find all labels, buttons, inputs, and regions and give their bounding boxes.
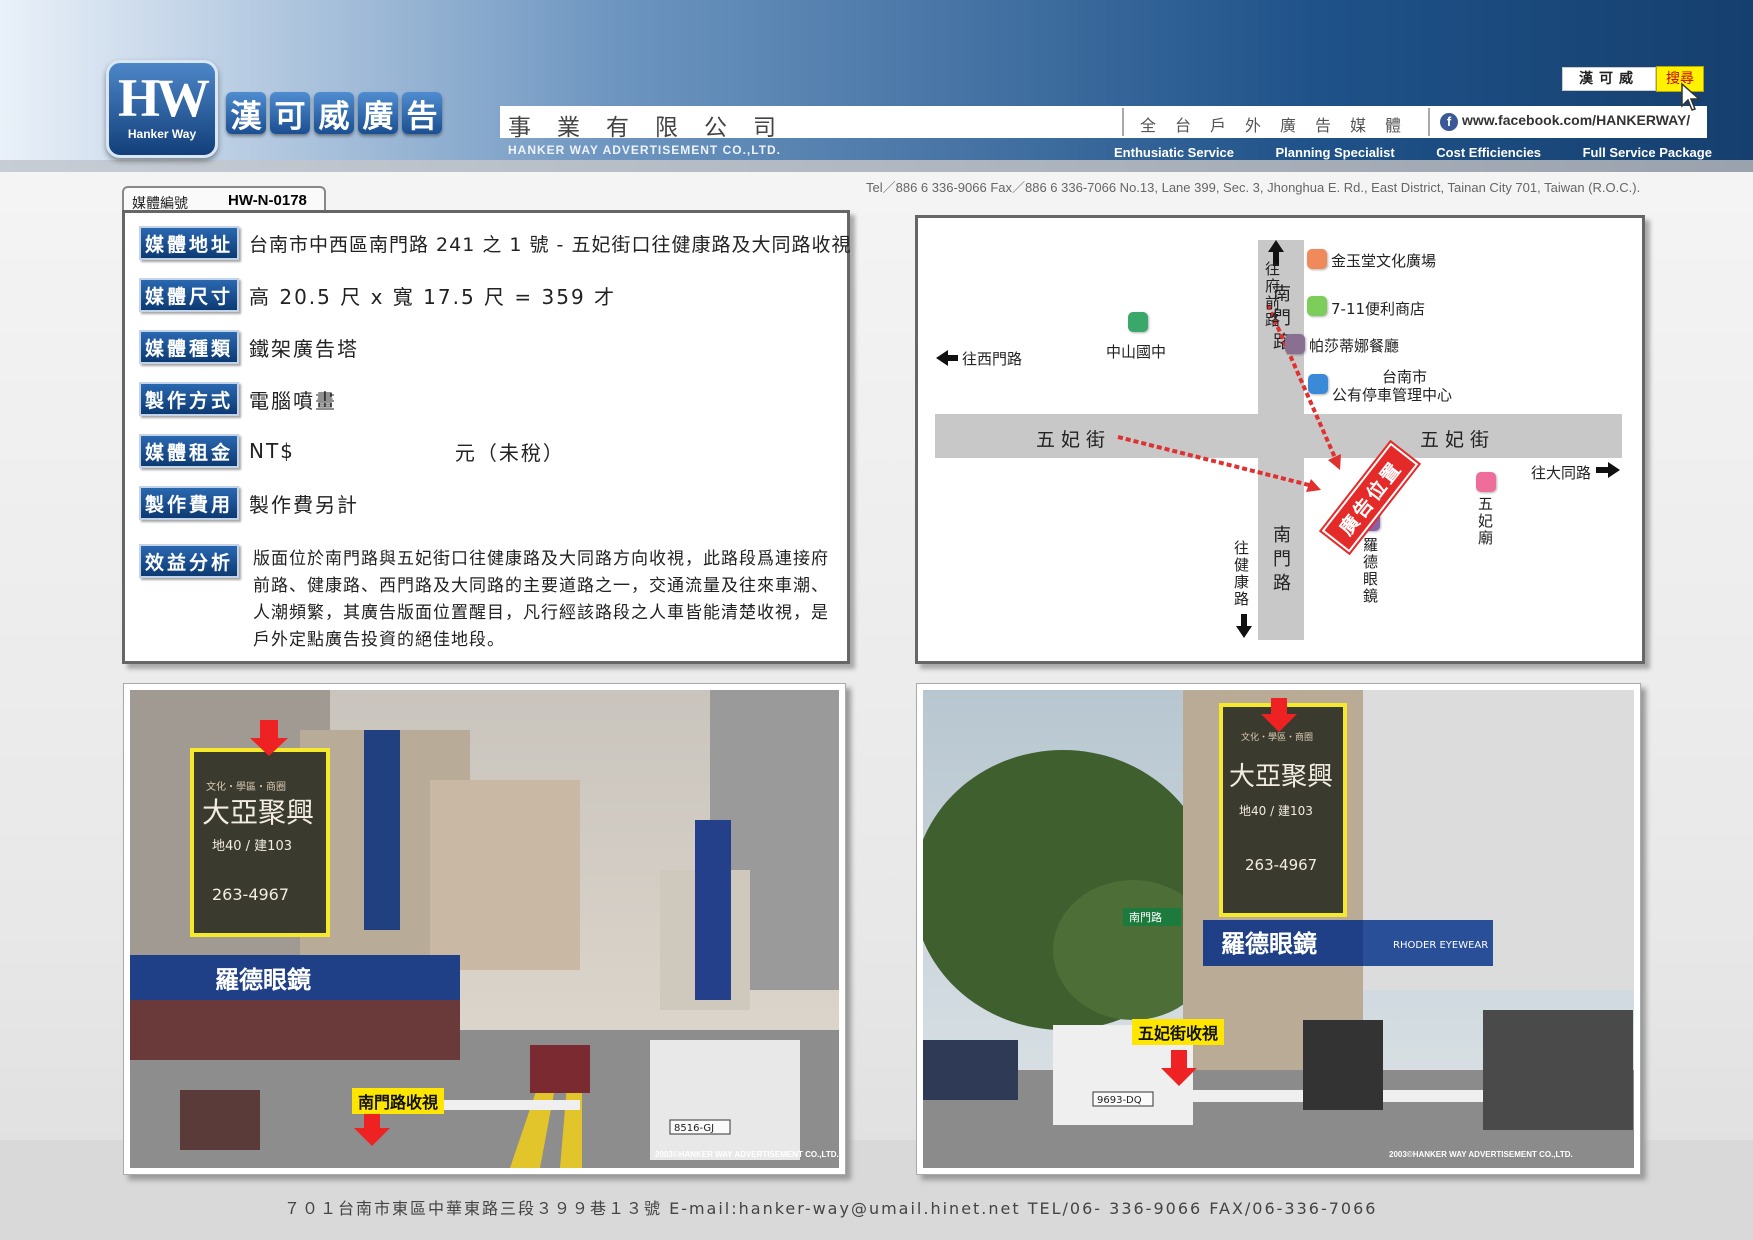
header-divider <box>0 160 1753 172</box>
facebook-link[interactable]: www.facebook.com/HANKERWAY/ <box>1462 112 1690 128</box>
photo-caption: 五妃街收視 <box>1132 1019 1225 1045</box>
pin-wufei-temple <box>1476 472 1496 492</box>
footer-contact: ７０１台南市東區中華東路三段３９９巷１３號 E-mail:hanker-way@… <box>284 1199 1378 1218</box>
facebook-icon[interactable]: f <box>1440 113 1458 131</box>
brand-char: 威 <box>314 92 354 135</box>
info-value: 製作費另計 <box>249 492 359 517</box>
pin-seven-eleven <box>1307 296 1327 316</box>
info-value: 電腦噴畫 <box>249 388 337 413</box>
to-jiankang-label: 往健康路 <box>1232 540 1250 608</box>
billboard-mid: 地40 / 建103 <box>212 839 292 854</box>
logo-text: HW <box>117 68 210 128</box>
billboard-phone: 263-4967 <box>212 885 289 904</box>
photo-left[interactable]: 羅德眼鏡 文化・學區・商圈 大亞聚興 地40 / 建103 263-4967 8… <box>123 683 846 1175</box>
info-value: 高 20.5 尺 x 寬 17.5 尺 = 359 才 <box>249 284 617 309</box>
license-plate: 8516-GJ <box>674 1123 714 1134</box>
shop-sign-en: RHODER EYEWEAR <box>1393 940 1488 951</box>
company-name-en: HANKER WAY ADVERTISEMENT CO.,LTD. <box>508 143 782 157</box>
info-label: 製作方式 <box>139 382 239 416</box>
info-row-production-fee: 製作費用 製作費另計 <box>139 486 359 520</box>
info-row-rent: 媒體租金 NT$ 元（未稅） <box>139 434 565 468</box>
poi-wufei-temple: 五妃廟 <box>1476 496 1494 547</box>
divider <box>1428 108 1430 136</box>
brand-char: 告 <box>402 92 442 135</box>
billboard-top: 文化・學區・商圈 <box>1241 731 1313 743</box>
company-name: 事業有限公司 <box>508 115 802 141</box>
info-value: NT$ <box>249 439 295 463</box>
photo-right[interactable]: 羅德眼鏡 RHODER EYEWEAR 文化・學區・商圈 大亞聚興 地40 / … <box>916 683 1641 1175</box>
info-row-address: 媒體地址 台南市中西區南門路 241 之 1 號 - 五妃街口往健康路及大同路收… <box>139 226 851 260</box>
billboard-phone: 263-4967 <box>1245 856 1317 874</box>
media-tagline: 全台戶外廣告媒體 <box>1140 116 1421 135</box>
street-photo-scene: 羅德眼鏡 文化・學區・商圈 大亞聚興 地40 / 建103 263-4967 8… <box>130 690 839 1168</box>
media-code: HW-N-0178 <box>228 192 307 209</box>
billboard-title: 大亞聚興 <box>1229 762 1333 792</box>
billboard-mid: 地40 / 建103 <box>1239 804 1313 818</box>
brand-char: 漢 <box>226 92 266 135</box>
slogan: Planning Specialist <box>1275 145 1395 160</box>
search-input[interactable]: 漢可威 <box>1562 67 1656 91</box>
info-value: 台南市中西區南門路 241 之 1 號 - 五妃街口往健康路及大同路收視 <box>249 233 852 256</box>
mouse-cursor-icon <box>1681 82 1701 111</box>
brand-char: 可 <box>270 92 310 135</box>
slogan: Cost Efficiencies <box>1436 145 1542 160</box>
poi-parking-line2: 公有停車管理中心 <box>1332 386 1453 404</box>
street-photo-wufei: 羅德眼鏡 RHODER EYEWEAR 文化・學區・商圈 大亞聚興 地40 / … <box>923 690 1634 1168</box>
info-label: 媒體租金 <box>139 434 239 468</box>
logo-subtext: Hanker Way <box>127 127 197 141</box>
poi-zhongshan: 中山國中 <box>1106 343 1167 361</box>
hw-logo[interactable]: HW Hanker Way <box>106 60 218 158</box>
billboard-top: 文化・學區・商圈 <box>206 780 286 793</box>
poi-optical: 羅德眼鏡 <box>1361 537 1379 605</box>
slogan: Full Service Package <box>1582 145 1712 160</box>
info-row-production: 製作方式 電腦噴畫 <box>139 382 337 416</box>
photo-caption: 南門路收視 <box>352 1088 445 1114</box>
info-value-suffix: 元（未稅） <box>454 440 565 465</box>
brand-name: 漢 可 威 廣 告 <box>226 92 442 135</box>
contact-info-en: Tel／886 6 336-9066 Fax／886 6 336-7066 No… <box>866 180 1641 195</box>
shop-sign: 羅德眼鏡 <box>1221 930 1317 958</box>
pin-parking <box>1308 374 1328 394</box>
photo-copyright: 2003©HANKER WAY ADVERTISEMENT CO.,LTD. <box>655 1150 839 1159</box>
poi-seven-eleven: 7-11便利商店 <box>1331 300 1426 318</box>
photo-copyright: 2003©HANKER WAY ADVERTISEMENT CO.,LTD. <box>1389 1150 1573 1159</box>
billboard-title: 大亞聚興 <box>202 796 314 829</box>
info-row-benefit: 效益分析 <box>139 544 239 578</box>
brand-char: 廣 <box>358 92 398 135</box>
pin-zhongshan <box>1128 312 1148 332</box>
benefit-text: 版面位於南門路與五妃街口往健康路及大同路方向收視，此路段爲連接府前路、健康路、西… <box>253 549 829 650</box>
slogan: Enthusiatic Service <box>1114 145 1234 160</box>
info-label: 媒體尺寸 <box>139 278 239 312</box>
pin-pasha <box>1285 334 1305 354</box>
street-photo-scene: 羅德眼鏡 RHODER EYEWEAR 文化・學區・商圈 大亞聚興 地40 / … <box>923 690 1634 1168</box>
info-row-type: 媒體種類 鐵架廣告塔 <box>139 330 359 364</box>
license-plate: 9693-DQ <box>1097 1095 1142 1106</box>
info-label: 媒體地址 <box>139 226 239 260</box>
info-label: 效益分析 <box>139 544 239 578</box>
info-label: 媒體種類 <box>139 330 239 364</box>
media-info-panel: 媒體地址 台南市中西區南門路 241 之 1 號 - 五妃街口往健康路及大同路收… <box>122 210 850 664</box>
to-datong-label: 往大同路 <box>1531 464 1592 482</box>
to-fuqian-label: 往府前路 <box>1263 261 1281 329</box>
info-value: 鐵架廣告塔 <box>249 336 359 361</box>
shop-sign: 羅德眼鏡 <box>215 966 311 994</box>
slogan-bar: Enthusiatic Service Planning Specialist … <box>1114 145 1712 160</box>
street-photo-nanmen: 羅德眼鏡 文化・學區・商圈 大亞聚興 地40 / 建103 263-4967 8… <box>130 690 839 1168</box>
poi-pasha: 帕莎蒂娜餐廳 <box>1309 337 1400 355</box>
poi-jinyutang: 金玉堂文化廣場 <box>1331 252 1437 270</box>
to-ximen-label: 往西門路 <box>962 350 1023 368</box>
pin-jinyutang <box>1307 249 1327 269</box>
location-map: 五妃街 五妃街 南門路 南門路 往府前路 往西門路 往大同路 往健康路 中山國中… <box>915 215 1645 664</box>
info-label: 製作費用 <box>139 486 239 520</box>
info-row-size: 媒體尺寸 高 20.5 尺 x 寬 17.5 尺 = 359 才 <box>139 278 616 312</box>
street-sign: 南門路 <box>1129 911 1162 924</box>
divider <box>1122 108 1124 136</box>
